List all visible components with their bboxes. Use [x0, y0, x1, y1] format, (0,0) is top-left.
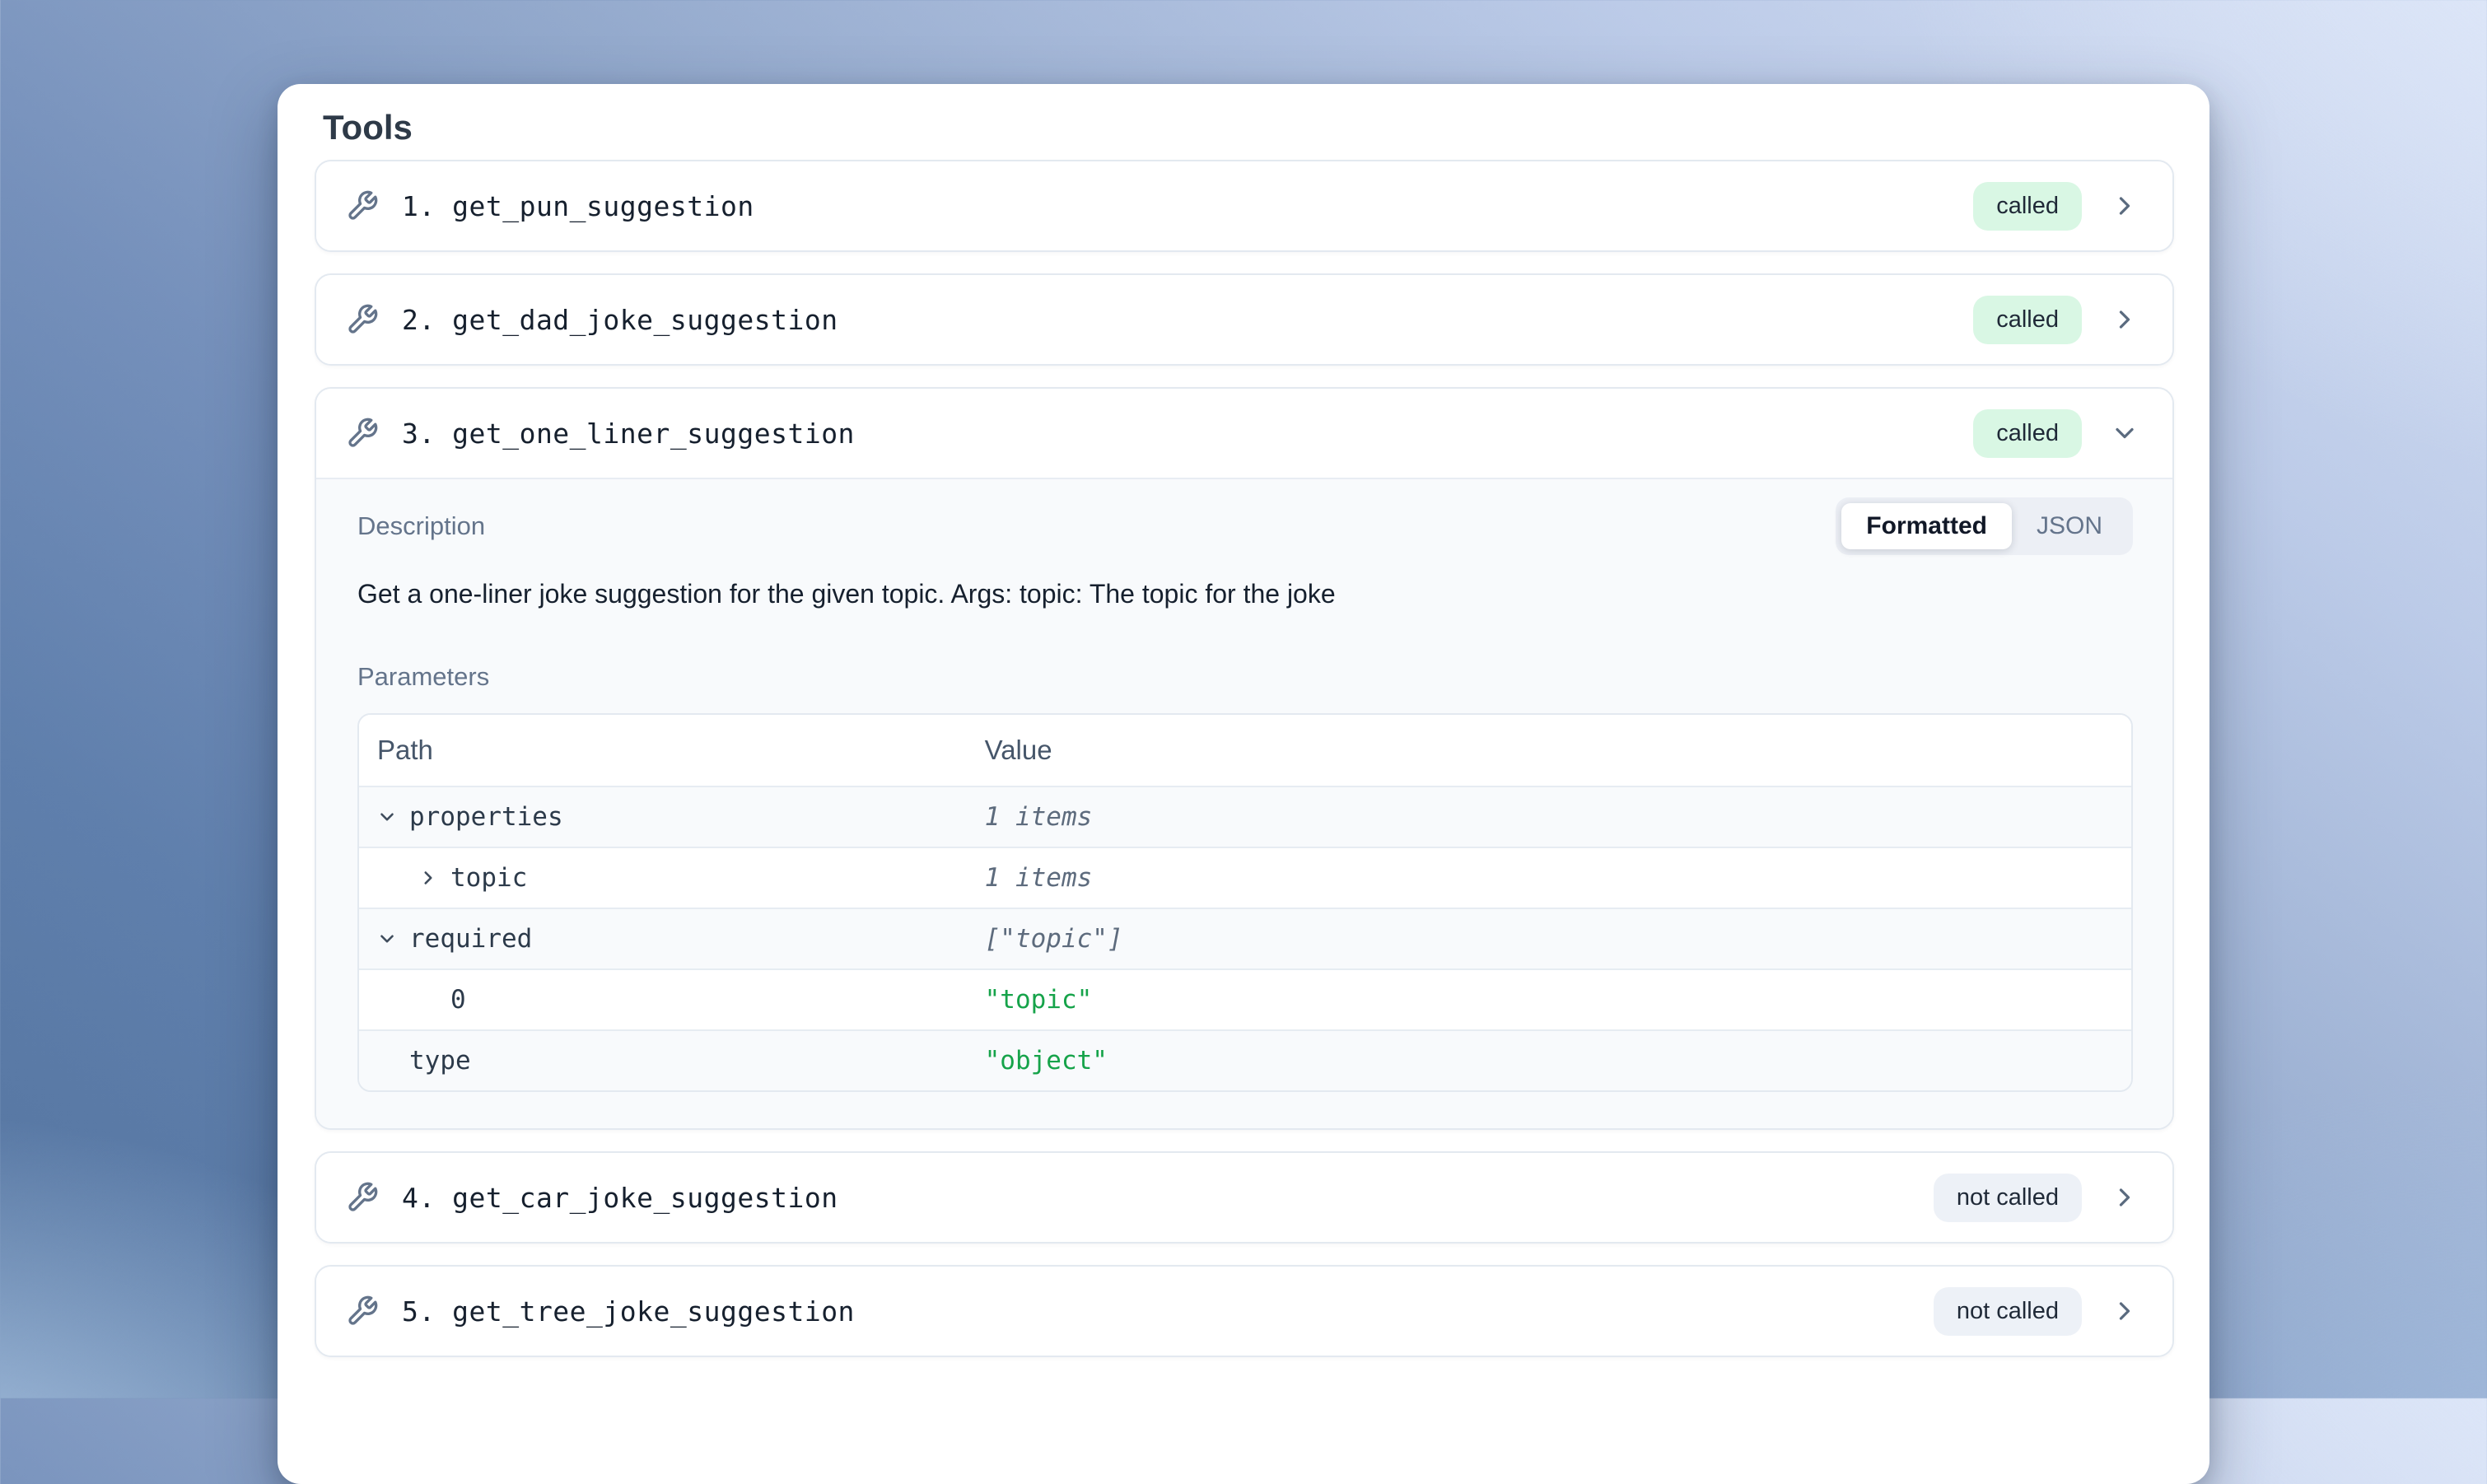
- wrench-icon: [346, 1295, 379, 1328]
- chevron-down-icon[interactable]: [376, 806, 398, 828]
- parameters-table: Path Value properties 1 items topic 1: [357, 713, 2133, 1092]
- wrench-icon: [346, 189, 379, 222]
- wrench-icon: [346, 417, 379, 450]
- param-value: 1 items: [985, 863, 2131, 893]
- chevron-down-icon[interactable]: [376, 928, 398, 950]
- param-value: ["topic"]: [985, 924, 2131, 954]
- chevron-right-icon[interactable]: [418, 867, 439, 889]
- view-mode-toggle: Formatted JSON: [1836, 497, 2133, 555]
- chevron-right-icon: [2110, 1296, 2139, 1326]
- param-value: "topic": [985, 985, 2131, 1015]
- tools-panel: Tools 1. get_pun_suggestion called 2. ge…: [278, 84, 2209, 1484]
- chevron-right-icon: [2110, 1183, 2139, 1212]
- tool-card-2: 2. get_dad_joke_suggestion called: [315, 273, 2174, 366]
- status-badge: called: [1973, 296, 2082, 344]
- tool-name: 5. get_tree_joke_suggestion: [402, 1295, 855, 1328]
- tool-detail-body: Description Formatted JSON Get a one-lin…: [316, 478, 2172, 1128]
- param-value: 1 items: [985, 802, 2131, 832]
- param-value: "object": [985, 1046, 2131, 1076]
- wrench-icon: [346, 303, 379, 336]
- table-row-topic: topic 1 items: [359, 847, 2131, 908]
- table-row-properties: properties 1 items: [359, 786, 2131, 847]
- tool-name: 2. get_dad_joke_suggestion: [402, 304, 838, 336]
- tool-row-get-pun-suggestion[interactable]: 1. get_pun_suggestion called: [316, 161, 2172, 250]
- status-badge: not called: [1934, 1174, 2082, 1222]
- tool-row-get-car-joke-suggestion[interactable]: 4. get_car_joke_suggestion not called: [316, 1153, 2172, 1242]
- table-row-type: type "object": [359, 1029, 2131, 1090]
- description-label: Description: [357, 511, 485, 541]
- tool-name: 3. get_one_liner_suggestion: [402, 418, 855, 450]
- tool-name: 1. get_pun_suggestion: [402, 190, 754, 222]
- status-badge: called: [1973, 182, 2082, 231]
- chevron-right-icon: [2110, 191, 2139, 221]
- tool-card-1: 1. get_pun_suggestion called: [315, 160, 2174, 252]
- column-header-value: Value: [985, 735, 2131, 766]
- param-path: required: [409, 924, 532, 954]
- table-row-required-0: 0 "topic": [359, 968, 2131, 1029]
- wrench-icon: [346, 1181, 379, 1214]
- tool-card-4: 4. get_car_joke_suggestion not called: [315, 1151, 2174, 1244]
- tool-card-5: 5. get_tree_joke_suggestion not called: [315, 1265, 2174, 1357]
- status-badge: not called: [1934, 1287, 2082, 1336]
- table-header-row: Path Value: [359, 715, 2131, 786]
- tool-row-get-dad-joke-suggestion[interactable]: 2. get_dad_joke_suggestion called: [316, 275, 2172, 364]
- tool-card-3: 3. get_one_liner_suggestion called Descr…: [315, 387, 2174, 1130]
- tool-description: Get a one-liner joke suggestion for the …: [357, 576, 2133, 611]
- tool-row-get-tree-joke-suggestion[interactable]: 5. get_tree_joke_suggestion not called: [316, 1267, 2172, 1356]
- param-path: 0: [450, 985, 466, 1015]
- toggle-json[interactable]: JSON: [2012, 503, 2127, 549]
- parameters-label: Parameters: [357, 662, 2133, 692]
- tool-row-get-one-liner-suggestion[interactable]: 3. get_one_liner_suggestion called: [316, 389, 2172, 478]
- status-badge: called: [1973, 409, 2082, 458]
- param-path: topic: [450, 863, 527, 893]
- chevron-right-icon: [2110, 305, 2139, 334]
- page-title: Tools: [323, 107, 2174, 148]
- toggle-formatted[interactable]: Formatted: [1841, 503, 2012, 549]
- param-path: properties: [409, 802, 563, 832]
- column-header-path: Path: [359, 735, 985, 766]
- chevron-down-icon: [2110, 418, 2139, 448]
- tool-name: 4. get_car_joke_suggestion: [402, 1182, 838, 1214]
- param-path: type: [409, 1046, 471, 1076]
- table-row-required: required ["topic"]: [359, 908, 2131, 968]
